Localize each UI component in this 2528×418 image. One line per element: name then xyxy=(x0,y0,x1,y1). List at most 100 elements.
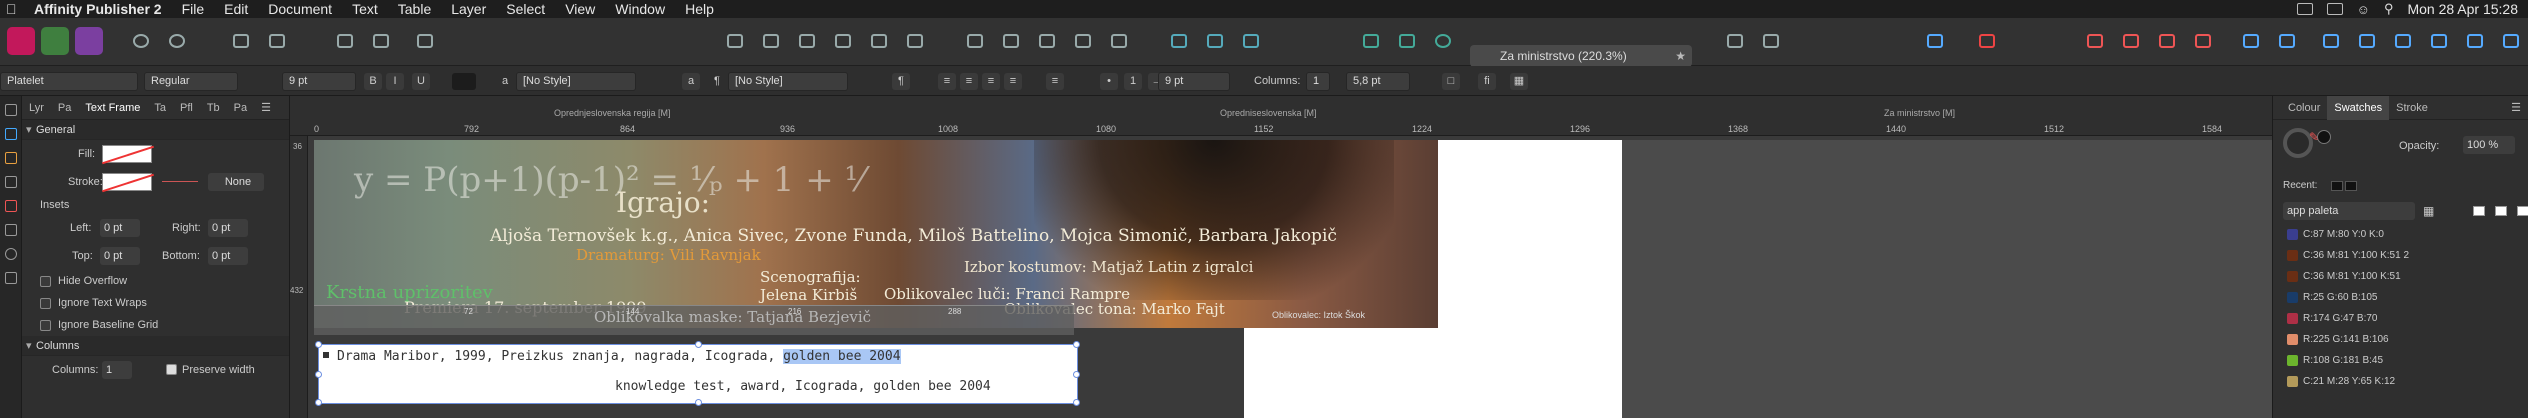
eyedropper-icon[interactable]: ✎ xyxy=(2309,130,2319,144)
preflight-gear-icon[interactable] xyxy=(162,27,192,55)
ligature-icon[interactable]: fi xyxy=(1478,73,1496,90)
font-family-select[interactable]: Platelet xyxy=(0,72,138,91)
tab-text-styles[interactable]: Tb xyxy=(200,102,227,114)
columns-field[interactable]: 1 xyxy=(1306,72,1330,91)
app-name-menu[interactable]: Affinity Publisher 2 xyxy=(0,0,172,18)
snap-bottom-icon[interactable] xyxy=(2460,27,2490,55)
swatch-row[interactable]: C:87 M:80 Y:0 K:0 xyxy=(2273,224,2528,245)
vertical-ruler[interactable]: 36 432 xyxy=(290,136,308,418)
frame-tool-icon[interactable] xyxy=(226,27,256,55)
text-selection[interactable]: golden bee 2004 xyxy=(783,349,901,364)
menu-document[interactable]: Document xyxy=(258,0,342,18)
apple-icon[interactable]:  xyxy=(6,0,17,18)
fill-swatch[interactable] xyxy=(102,145,152,163)
align-top-icon[interactable] xyxy=(828,27,858,55)
stroke-style-select[interactable]: None xyxy=(208,173,264,191)
swatch-row[interactable]: R:225 G:141 B:106 xyxy=(2273,329,2528,350)
paragraph-style-select[interactable]: [No Style] xyxy=(728,72,848,91)
artistic-text-tool-icon[interactable] xyxy=(4,128,17,140)
search-icon[interactable]: ⚲ xyxy=(2384,1,2394,17)
snap-right-icon[interactable] xyxy=(2388,27,2418,55)
menu-help[interactable]: Help xyxy=(675,0,724,18)
move-tool-icon[interactable] xyxy=(4,104,17,116)
columns-field[interactable]: 1 xyxy=(102,361,132,379)
banner-image[interactable]: y = P(p+1)(p-1)² = ¹⁄ₚ + 1 + ¹⁄ Igrajo: … xyxy=(314,140,1438,328)
columns-section[interactable]: Columns xyxy=(22,336,289,356)
vertical-align-icon[interactable]: ≡ xyxy=(1046,73,1064,90)
menu-text[interactable]: Text xyxy=(342,0,388,18)
text-justify-icon[interactable]: ≡ xyxy=(1004,73,1022,90)
battery-icon[interactable] xyxy=(2326,3,2343,15)
ungroup-icon[interactable] xyxy=(2188,27,2218,55)
mask-icon[interactable] xyxy=(1392,27,1422,55)
left-inset-field[interactable]: 0 pt xyxy=(100,219,140,237)
distribute-icon[interactable] xyxy=(2236,27,2266,55)
resize-handle-tm[interactable] xyxy=(695,341,702,348)
bold-button[interactable]: B xyxy=(364,73,382,90)
status-menu-icon[interactable] xyxy=(2296,3,2313,15)
view-toggle-icon[interactable] xyxy=(1720,27,1750,55)
text-line-2[interactable]: knowledge test, award, Icograda, golden … xyxy=(615,379,991,394)
flip-icon[interactable] xyxy=(1068,27,1098,55)
align-left-icon[interactable] xyxy=(720,27,750,55)
white-swatch[interactable] xyxy=(2495,206,2507,216)
palette-select[interactable]: app paleta xyxy=(2283,202,2415,220)
swatch-row[interactable]: R:25 G:60 B:105 xyxy=(2273,287,2528,308)
menu-layer[interactable]: Layer xyxy=(441,0,496,18)
right-inset-field[interactable]: 0 pt xyxy=(208,219,248,237)
pasteboard[interactable]: y = P(p+1)(p-1)² = ¹⁄ₚ + 1 + ¹⁄ Igrajo: … xyxy=(314,140,2272,418)
ignore-baseline-checkbox[interactable] xyxy=(40,320,51,331)
frame-inset-icon[interactable]: □ xyxy=(1442,73,1460,90)
picture-frame-tool-icon[interactable] xyxy=(4,272,17,284)
menubar-clock[interactable]: Mon 28 Apr 15:28 xyxy=(2407,0,2518,18)
move-back-icon[interactable] xyxy=(996,27,1026,55)
studio-menu-icon[interactable]: ☰ xyxy=(254,101,278,114)
text-line-1[interactable]: Drama Maribor, 1999, Preizkus znanja, na… xyxy=(337,349,901,364)
menu-select[interactable]: Select xyxy=(496,0,555,18)
tab-table[interactable]: Ta xyxy=(147,102,173,114)
align-middle-icon[interactable] xyxy=(864,27,894,55)
resize-handle-tr[interactable] xyxy=(1073,341,1080,348)
boolean-intersect-icon[interactable] xyxy=(1236,27,1266,55)
boolean-add-icon[interactable] xyxy=(1164,27,1194,55)
recent-swatch[interactable] xyxy=(2331,181,2343,191)
insert-field-icon[interactable] xyxy=(366,27,396,55)
document-canvas[interactable]: Oprednjeslovenska regija [M] Oprednisesl… xyxy=(290,96,2272,418)
menu-view[interactable]: View xyxy=(555,0,605,18)
arrange-icon[interactable] xyxy=(1032,27,1062,55)
settings-gear-icon[interactable] xyxy=(126,27,156,55)
menu-file[interactable]: File xyxy=(172,0,215,18)
none-swatch[interactable] xyxy=(2473,206,2485,216)
stroke-swatch[interactable] xyxy=(102,173,152,191)
align-objects-icon[interactable] xyxy=(2272,27,2302,55)
align-bottom-icon[interactable] xyxy=(900,27,930,55)
transparency-icon[interactable] xyxy=(2080,27,2110,55)
tab-layers[interactable]: Lyr xyxy=(22,102,51,114)
snap-left-icon[interactable] xyxy=(2316,27,2346,55)
tab-stroke[interactable]: Stroke xyxy=(2389,102,2435,114)
snap-top-icon[interactable] xyxy=(2424,27,2454,55)
group-icon[interactable] xyxy=(2152,27,2182,55)
rotate-icon[interactable] xyxy=(1104,27,1134,55)
snap-center-icon[interactable] xyxy=(2352,27,2382,55)
text-wrap-icon[interactable]: ▦ xyxy=(1510,73,1528,90)
resize-handle-ml[interactable] xyxy=(315,371,322,378)
resize-handle-tl[interactable] xyxy=(315,341,322,348)
link-text-icon[interactable] xyxy=(410,27,440,55)
registration-swatch[interactable] xyxy=(2517,206,2528,216)
right-studio-menu-icon[interactable]: ☰ xyxy=(2504,101,2528,114)
rectangle-tool-icon[interactable] xyxy=(4,224,17,236)
character-style-select[interactable]: [No Style] xyxy=(516,72,636,91)
hide-overflow-checkbox[interactable] xyxy=(40,276,51,287)
numbered-list-icon[interactable]: 1 xyxy=(1124,73,1142,90)
resize-handle-bl[interactable] xyxy=(315,399,322,406)
text-align-center-icon[interactable]: ≡ xyxy=(960,73,978,90)
text-align-left-icon[interactable]: ≡ xyxy=(938,73,956,90)
wifi-icon[interactable]: ☺ xyxy=(2357,2,2370,17)
resize-handle-br[interactable] xyxy=(1073,399,1080,406)
snapping-icon[interactable] xyxy=(1356,27,1386,55)
font-size-field[interactable]: 9 pt xyxy=(282,72,356,91)
character-panel-button[interactable]: a xyxy=(682,73,700,90)
tab-colour[interactable]: Colour xyxy=(2281,102,2327,114)
publisher-persona-button[interactable] xyxy=(6,27,36,55)
